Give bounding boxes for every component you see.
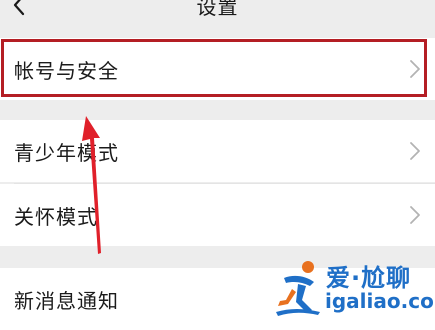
nav-header: 设置 — [0, 0, 435, 30]
running-figure-logo — [276, 261, 320, 316]
watermark-title: 爱·尬聊 — [326, 264, 412, 292]
watermark-url: igaliao.com — [325, 289, 435, 313]
settings-item-teen-mode[interactable]: 青少年模式 — [0, 120, 435, 182]
chevron-right-icon — [410, 206, 420, 224]
watermark: 爱·尬聊 igaliao.com — [272, 256, 435, 318]
page-title: 设置 — [196, 0, 239, 19]
settings-item-label: 新消息通知 — [14, 288, 119, 313]
highlight-box — [1, 39, 427, 97]
chevron-right-icon — [410, 142, 420, 160]
settings-item-care-mode[interactable]: 关怀模式 — [0, 184, 435, 246]
red-arrow-annotation — [82, 116, 101, 254]
